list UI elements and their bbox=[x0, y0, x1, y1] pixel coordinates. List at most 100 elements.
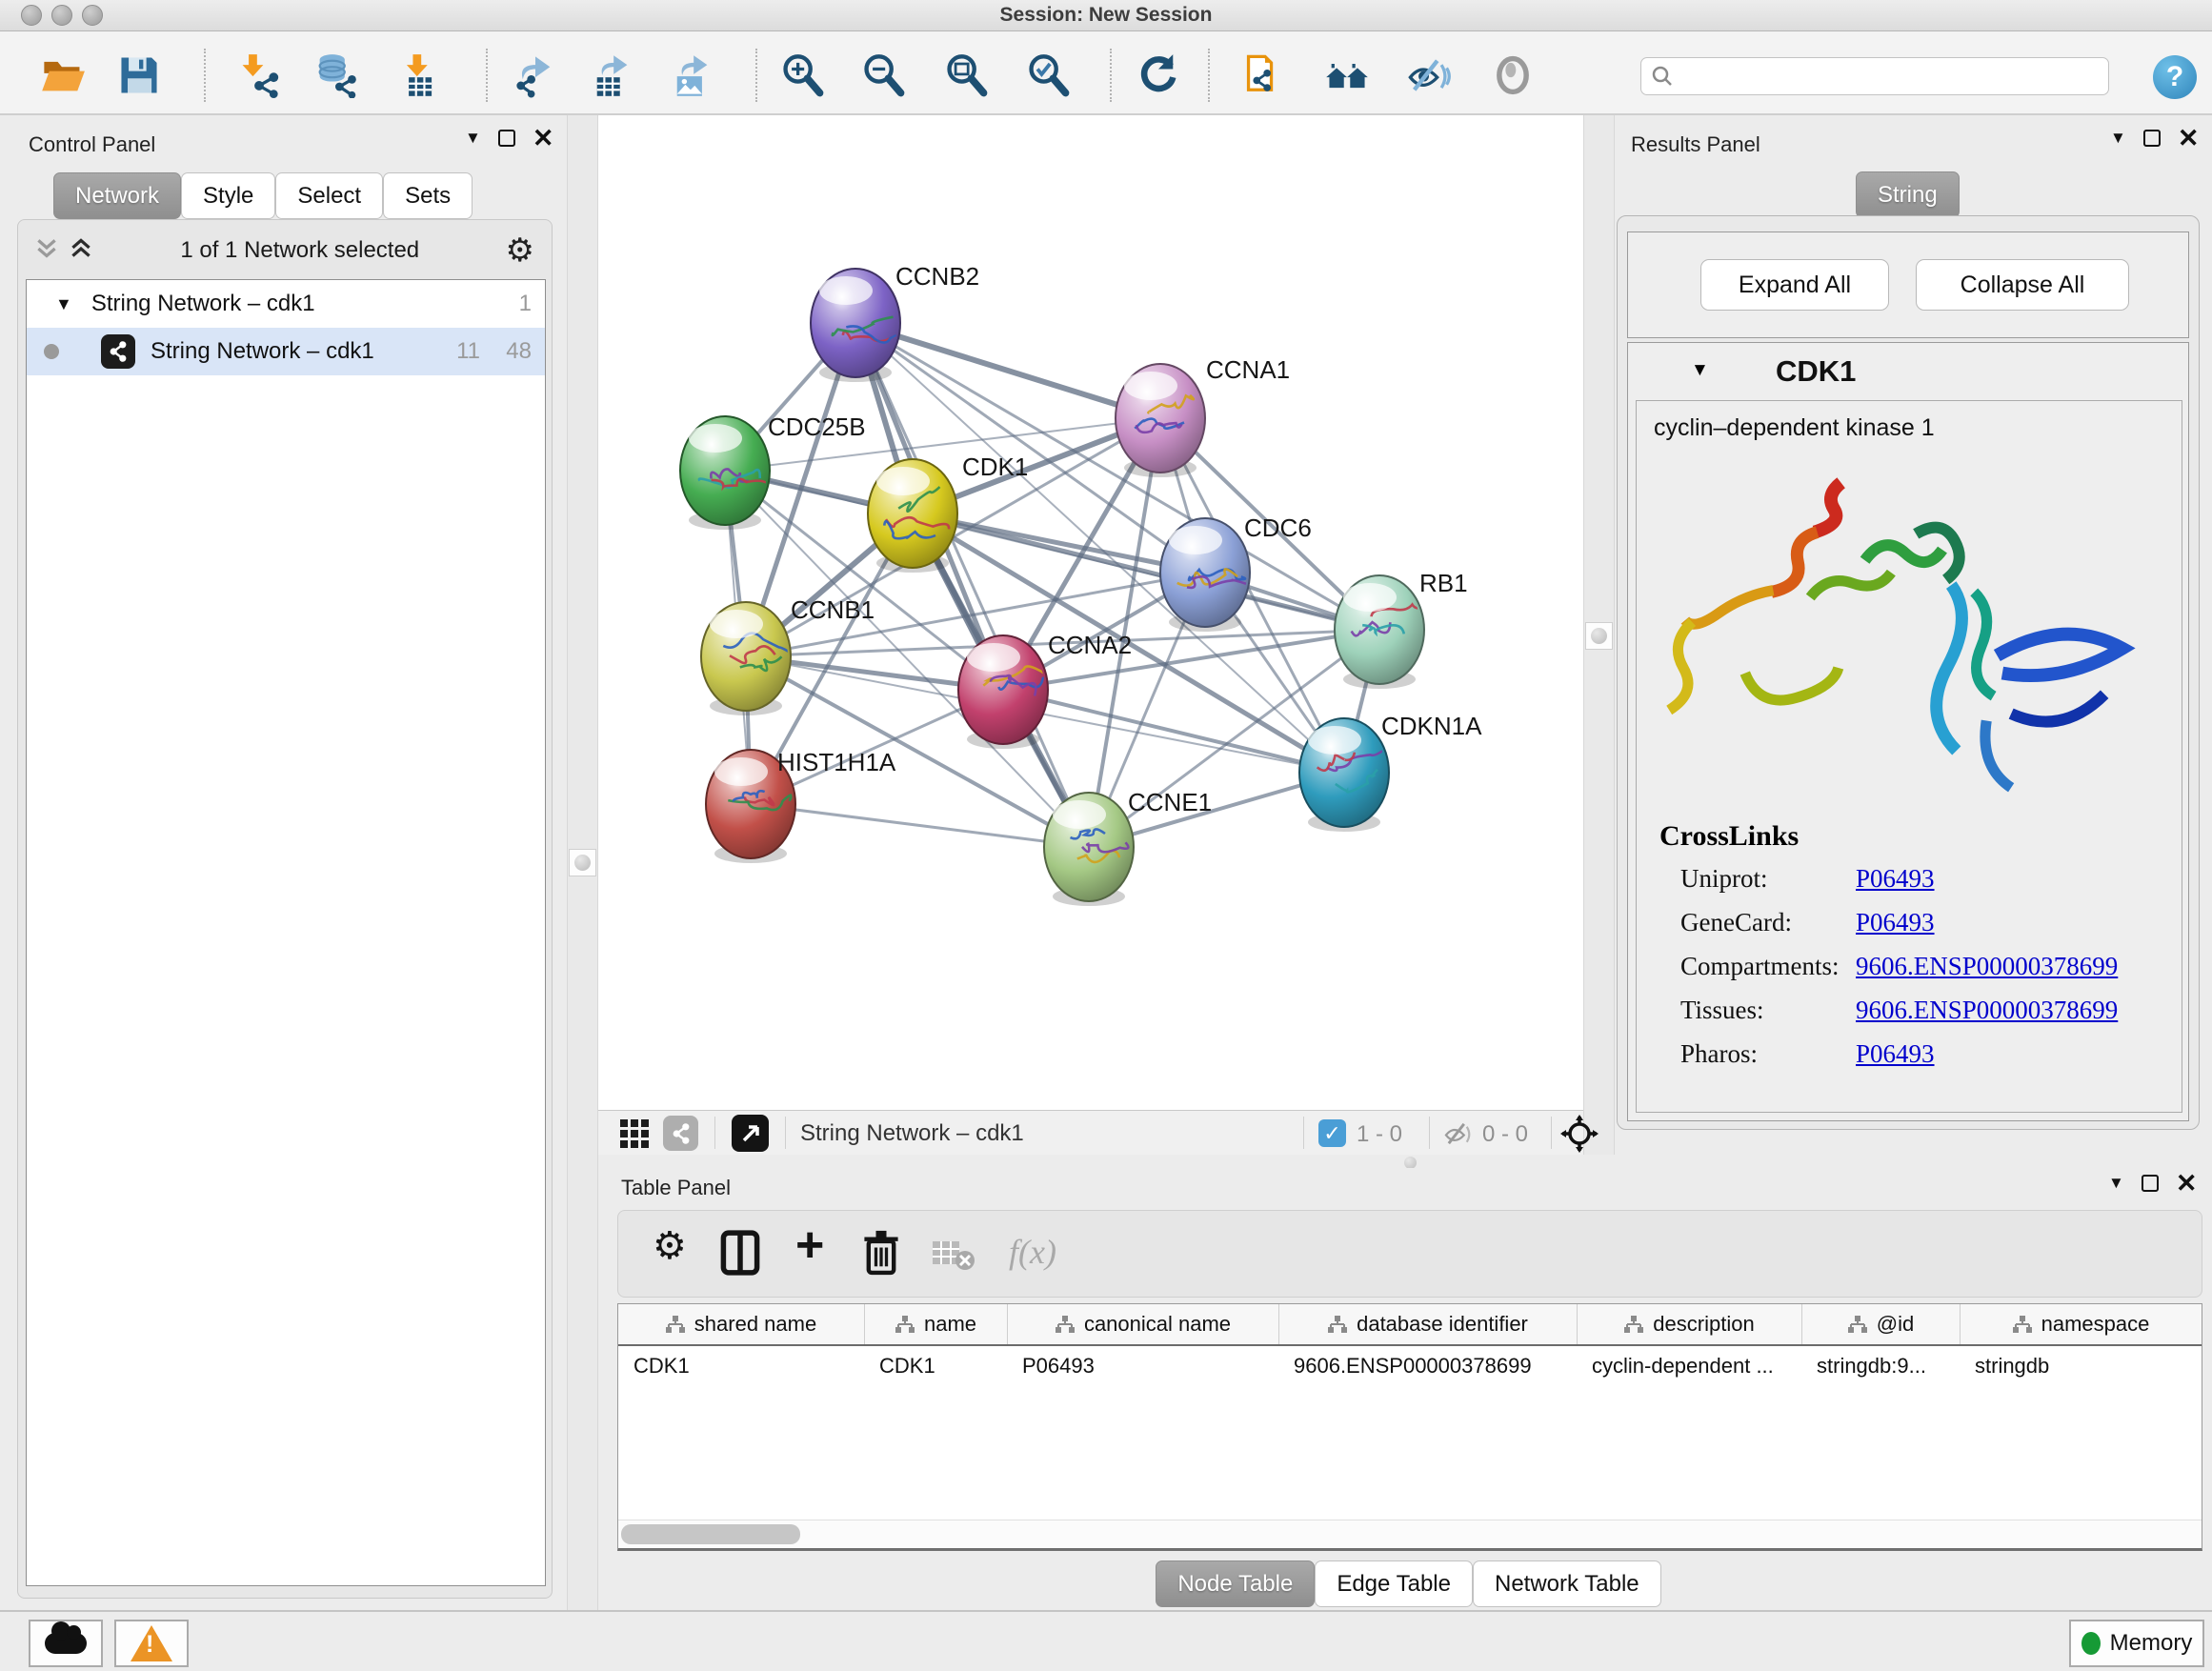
collapse-panel-icon[interactable]: ▼ bbox=[2110, 129, 2126, 148]
import-network-database-button[interactable] bbox=[311, 52, 360, 98]
create-column-icon[interactable]: + bbox=[795, 1217, 824, 1274]
column-header-shared-name[interactable]: shared name bbox=[618, 1304, 864, 1344]
memory-button[interactable]: Memory bbox=[2069, 1620, 2204, 1667]
export-image-button[interactable] bbox=[667, 52, 716, 98]
right-splitter-handle[interactable] bbox=[1585, 622, 1613, 650]
float-panel-icon[interactable] bbox=[2142, 1175, 2159, 1192]
zoom-selected-button[interactable] bbox=[1023, 52, 1073, 98]
import-table-button[interactable] bbox=[394, 52, 444, 98]
warnings-button[interactable] bbox=[114, 1620, 189, 1667]
fit-selected-crosshair-icon[interactable] bbox=[1560, 1115, 1599, 1158]
crosslink-link[interactable]: 9606.ENSP00000378699 bbox=[1856, 952, 2118, 996]
table-cell[interactable]: P06493 bbox=[1007, 1346, 1278, 1385]
show-columns-icon[interactable] bbox=[719, 1228, 761, 1282]
table-cell[interactable]: CDK1 bbox=[618, 1346, 864, 1385]
tab-select[interactable]: Select bbox=[275, 172, 383, 219]
crosslink-link[interactable]: P06493 bbox=[1856, 864, 1935, 908]
eye-slash-icon bbox=[1404, 52, 1454, 98]
node-label-CCNB2: CCNB2 bbox=[895, 262, 979, 291]
share-document-button[interactable] bbox=[1240, 52, 1290, 98]
table-cell[interactable]: CDK1 bbox=[864, 1346, 1007, 1385]
delete-table-icon[interactable] bbox=[931, 1238, 976, 1277]
zoom-fit-button[interactable] bbox=[941, 52, 991, 98]
tree-expander-icon[interactable]: ▼ bbox=[55, 294, 72, 314]
tab-node-table[interactable]: Node Table bbox=[1156, 1560, 1315, 1607]
help-button[interactable]: ? bbox=[2153, 55, 2197, 99]
section-expander-icon[interactable]: ▼ bbox=[1691, 360, 1709, 381]
column-header-namespace[interactable]: namespace bbox=[1960, 1304, 2202, 1344]
network-edge[interactable] bbox=[751, 804, 1089, 847]
float-panel-icon[interactable] bbox=[2143, 130, 2161, 147]
crosslink-link[interactable]: P06493 bbox=[1856, 1039, 1935, 1083]
zoom-out-button[interactable] bbox=[858, 52, 908, 98]
column-header-database-identifier[interactable]: database identifier bbox=[1278, 1304, 1577, 1344]
column-header-canonical-name[interactable]: canonical name bbox=[1007, 1304, 1278, 1344]
scrollbar-thumb[interactable] bbox=[621, 1524, 800, 1544]
network-collection-row[interactable]: ▼ String Network – cdk1 1 bbox=[27, 280, 545, 328]
left-splitter[interactable] bbox=[567, 115, 598, 1610]
search-field[interactable] bbox=[1640, 57, 2109, 95]
float-panel-icon[interactable] bbox=[498, 130, 515, 147]
tab-string[interactable]: String bbox=[1856, 171, 1960, 218]
column-header-name[interactable]: name bbox=[864, 1304, 1007, 1344]
save-session-button[interactable] bbox=[114, 52, 164, 98]
hidden-count: 0 - 0 bbox=[1482, 1121, 1528, 1148]
network-row-selected[interactable]: String Network – cdk1 11 48 bbox=[27, 328, 545, 375]
collapse-panel-icon[interactable]: ▼ bbox=[2108, 1174, 2124, 1193]
open-session-button[interactable] bbox=[38, 52, 88, 98]
export-network-file-button[interactable] bbox=[511, 52, 560, 98]
hide-selected-button[interactable] bbox=[1404, 52, 1454, 98]
column-header-description[interactable]: description bbox=[1577, 1304, 1801, 1344]
close-panel-icon[interactable]: ✕ bbox=[2176, 1175, 2198, 1192]
table-cell[interactable]: 9606.ENSP00000378699 bbox=[1278, 1346, 1577, 1385]
expand-all-icon[interactable] bbox=[68, 235, 94, 267]
search-input[interactable] bbox=[1674, 61, 2108, 91]
delete-column-trash-icon[interactable] bbox=[860, 1228, 902, 1282]
table-cell[interactable]: stringdb:9... bbox=[1801, 1346, 1960, 1385]
close-panel-icon[interactable]: ✕ bbox=[533, 130, 554, 147]
table-horizontal-scrollbar[interactable] bbox=[618, 1520, 2202, 1548]
selected-checkbox[interactable]: ✓ bbox=[1318, 1119, 1346, 1147]
refresh-view-button[interactable] bbox=[1134, 52, 1183, 98]
column-header--id[interactable]: @id bbox=[1801, 1304, 1960, 1344]
zoom-in-button[interactable] bbox=[777, 52, 827, 98]
table-row[interactable]: CDK1CDK1P064939606.ENSP00000378699cyclin… bbox=[618, 1346, 2202, 1386]
collapse-all-icon[interactable] bbox=[33, 235, 60, 267]
collapse-panel-icon[interactable]: ▼ bbox=[465, 129, 481, 148]
export-table-button[interactable] bbox=[587, 52, 636, 98]
crosslink-link[interactable]: P06493 bbox=[1856, 908, 1935, 952]
tab-style[interactable]: Style bbox=[181, 172, 275, 219]
cloud-status-button[interactable] bbox=[29, 1620, 103, 1667]
import-table-icon bbox=[394, 52, 444, 98]
network-edge[interactable] bbox=[1003, 690, 1344, 773]
table-cell[interactable]: cyclin-dependent ... bbox=[1577, 1346, 1801, 1385]
crosslink-link[interactable]: 9606.ENSP00000378699 bbox=[1856, 996, 2118, 1039]
crosslink-label: Tissues: bbox=[1659, 996, 1856, 1039]
tab-network[interactable]: Network bbox=[53, 172, 181, 219]
network-edge[interactable] bbox=[855, 323, 1160, 418]
tab-network-table[interactable]: Network Table bbox=[1473, 1560, 1661, 1607]
string-view-badge-icon[interactable] bbox=[663, 1116, 698, 1151]
grid-view-icon[interactable] bbox=[619, 1118, 650, 1154]
table-options-gear-icon[interactable]: ⚙ bbox=[653, 1224, 687, 1268]
network-options-gear-icon[interactable]: ⚙ bbox=[506, 232, 534, 270]
table-cell[interactable]: stringdb bbox=[1960, 1346, 2202, 1385]
collapse-all-button[interactable]: Collapse All bbox=[1916, 259, 2129, 311]
zoom-selected-icon bbox=[1023, 52, 1073, 98]
show-all-button[interactable] bbox=[1488, 52, 1538, 98]
expand-collapse-box: Expand All Collapse All bbox=[1627, 232, 2189, 338]
node-result-header[interactable]: ▼ CDK1 bbox=[1628, 343, 2188, 400]
birdseye-view-icon[interactable] bbox=[732, 1115, 769, 1152]
expand-all-button[interactable]: Expand All bbox=[1700, 259, 1889, 311]
close-panel-icon[interactable]: ✕ bbox=[2178, 130, 2200, 147]
left-splitter-handle[interactable] bbox=[569, 849, 596, 876]
home-button[interactable] bbox=[1322, 52, 1372, 98]
tab-sets[interactable]: Sets bbox=[383, 172, 473, 219]
network-view-canvas[interactable]: CCNB2CCNA1CDC25BCDK1CDC6RB1CCNB1CCNA2CDK… bbox=[598, 115, 1583, 1110]
tab-edge-table[interactable]: Edge Table bbox=[1315, 1560, 1473, 1607]
hidden-eye-icon[interactable] bbox=[1442, 1118, 1475, 1154]
import-network-file-button[interactable] bbox=[234, 52, 284, 98]
zoom-in-icon bbox=[777, 52, 827, 98]
right-splitter[interactable] bbox=[1583, 115, 1615, 1155]
function-builder-icon[interactable]: f(x) bbox=[1009, 1232, 1056, 1272]
